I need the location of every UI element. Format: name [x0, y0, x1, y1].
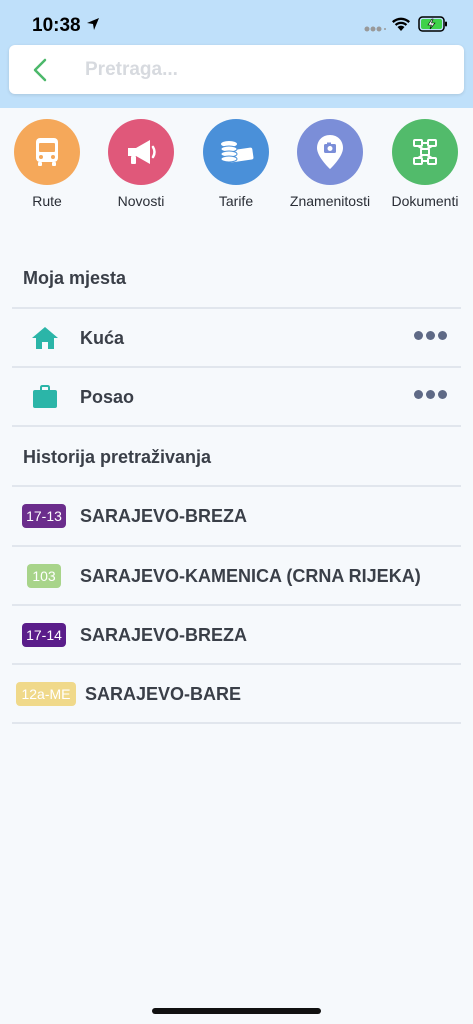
status-time: 10:38 [32, 15, 81, 36]
category-znamenitosti[interactable]: Znamenitosti [283, 119, 377, 209]
more-options-button[interactable] [414, 331, 447, 340]
category-novosti[interactable]: Novosti [94, 119, 188, 209]
category-rute[interactable]: Rute [0, 119, 94, 209]
search-input[interactable] [85, 58, 445, 81]
history-item[interactable]: 17-14 SARAJEVO-BREZA [12, 606, 461, 664]
more-options-button[interactable] [414, 390, 447, 399]
signal-dots-icon [364, 26, 386, 32]
history-item[interactable]: 17-13 SARAJEVO-BREZA [12, 487, 461, 545]
battery-charging-icon [418, 16, 447, 32]
my-places-title: Moja mjesta [23, 268, 127, 288]
route-name: SARAJEVO-BARE [85, 683, 242, 704]
back-button[interactable] [9, 45, 71, 94]
landmark-pin-icon [297, 119, 363, 185]
place-label: Posao [80, 386, 135, 407]
wifi-icon [392, 17, 410, 31]
home-icon [15, 326, 75, 350]
money-icon [203, 119, 269, 185]
route-name: SARAJEVO-BREZA [80, 624, 248, 645]
divider [12, 425, 461, 427]
place-item-home[interactable]: Kuća [12, 309, 461, 367]
route-name: SARAJEVO-KAMENICA (CRNA RIJEKA) [80, 565, 421, 586]
category-tarife[interactable]: Tarife [189, 119, 283, 209]
megaphone-icon [108, 119, 174, 185]
divider [12, 722, 461, 724]
route-badge: 17-13 [22, 504, 66, 528]
category-label: Rute [32, 193, 62, 209]
network-document-icon [392, 119, 458, 185]
category-label: Novosti [117, 193, 165, 209]
briefcase-icon [15, 385, 75, 409]
category-label: Dokumenti [391, 193, 459, 209]
history-item[interactable]: 12a-ME SARAJEVO-BARE [12, 665, 461, 723]
location-arrow-icon [87, 18, 99, 30]
category-label: Znamenitosti [289, 193, 371, 209]
category-label: Tarife [218, 193, 254, 209]
status-bar: 10:38 [0, 0, 473, 46]
category-dokumenti[interactable]: Dokumenti [378, 119, 472, 209]
route-badge: 12a-ME [16, 682, 76, 706]
history-item[interactable]: 103 SARAJEVO-KAMENICA (CRNA RIJEKA) [12, 547, 461, 605]
category-bar: Rute Novosti Tarife Znamenitosti Dokumen… [0, 119, 473, 215]
place-label: Kuća [80, 327, 125, 348]
chevron-left-icon [33, 58, 47, 81]
search-history-title: Historija pretraživanja [23, 447, 212, 467]
place-item-work[interactable]: Posao [12, 368, 461, 426]
search-bar [9, 45, 464, 94]
bus-icon [14, 119, 80, 185]
route-badge: 17-14 [22, 623, 66, 647]
home-indicator[interactable] [152, 1008, 321, 1014]
route-badge: 103 [27, 564, 61, 588]
route-name: SARAJEVO-BREZA [80, 505, 248, 526]
